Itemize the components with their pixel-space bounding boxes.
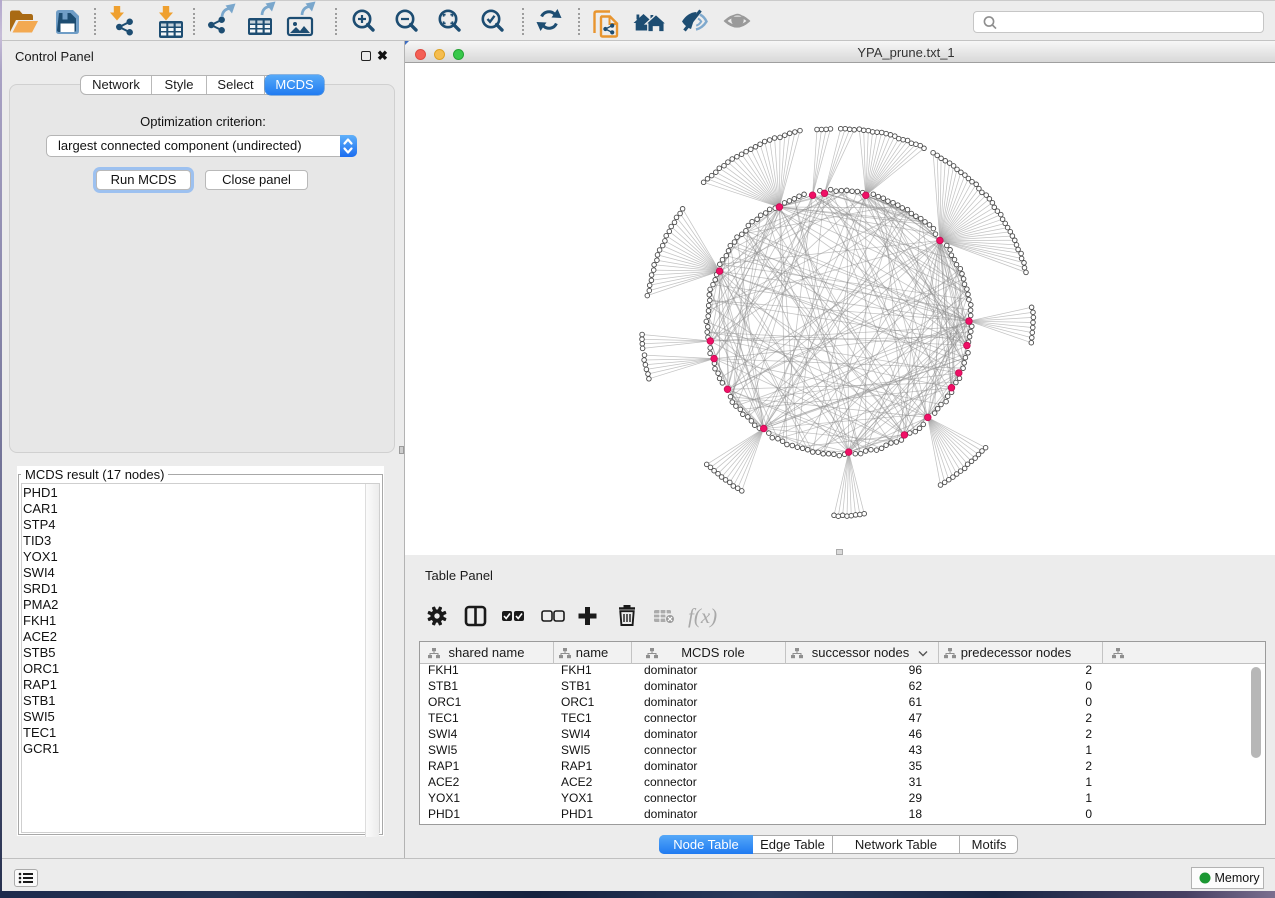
svg-text:f(x): f(x) [688, 604, 717, 628]
